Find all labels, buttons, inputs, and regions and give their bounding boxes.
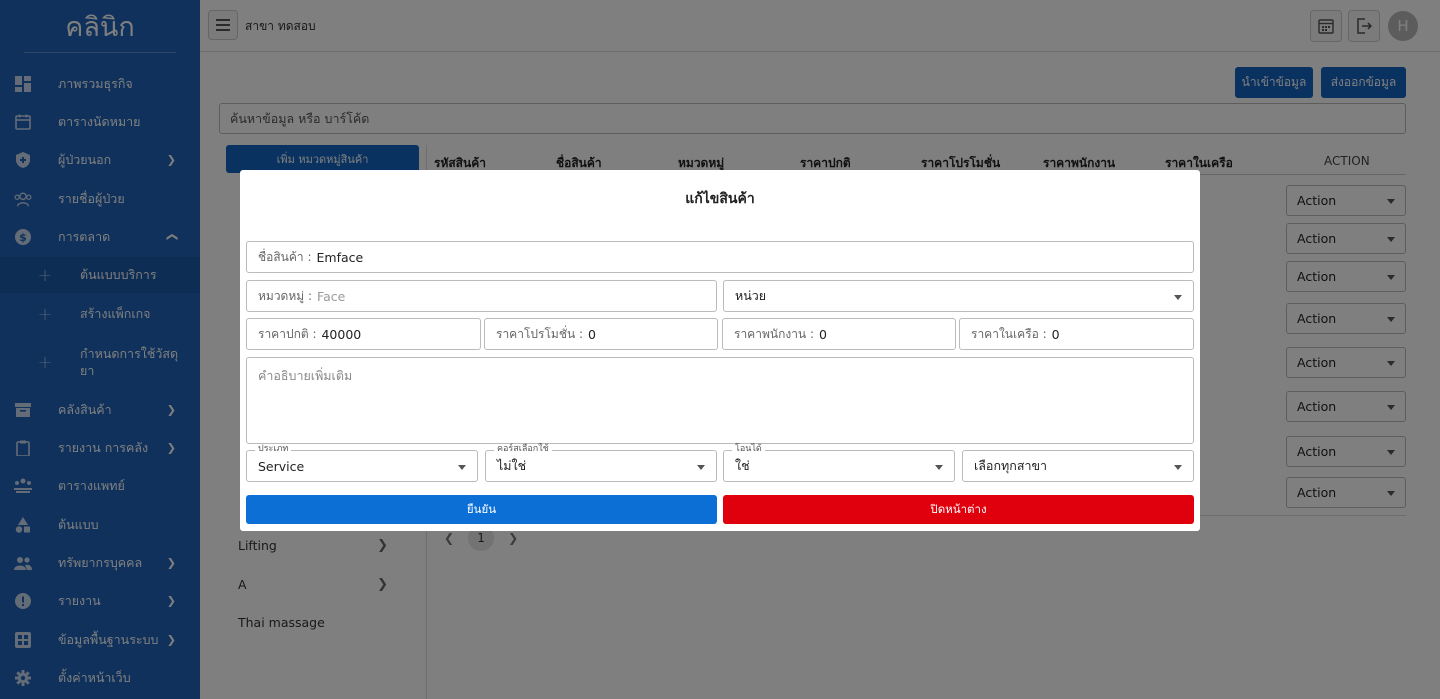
field-value: ไม่ใช่ xyxy=(497,458,527,473)
promo-price-field[interactable]: ราคาโปรโมชั่น : 0 xyxy=(484,318,718,350)
field-value: หน่วย xyxy=(735,288,767,303)
staff-price-field[interactable]: ราคาพนักงาน : 0 xyxy=(722,318,956,350)
transferable-select[interactable]: โอนได้ ใช่ xyxy=(723,444,955,482)
network-price-field[interactable]: ราคาในเครือ : 0 xyxy=(959,318,1194,350)
field-value: ใช่ xyxy=(735,458,750,473)
field-value: Service xyxy=(258,458,305,474)
field-value: 40000 xyxy=(321,326,362,342)
field-label: ราคาปกติ : xyxy=(258,326,317,341)
field-label: ชื่อสินค้า : xyxy=(258,249,312,264)
type-select[interactable]: ประเภท Service xyxy=(246,444,478,482)
product-name-field[interactable]: ชื่อสินค้า : Emface xyxy=(246,241,1194,273)
field-label: ราคาโปรโมชั่น : xyxy=(496,326,584,341)
field-label: หมวดหมู่ : xyxy=(258,288,313,303)
field-value: 0 xyxy=(1051,326,1060,342)
field-value: เลือกทุกสาขา xyxy=(974,458,1048,473)
branch-select[interactable]: เลือกทุกสาขา xyxy=(962,450,1194,482)
modal-title: แก้ไขสินค้า xyxy=(685,191,755,207)
course-select[interactable]: คอร์สเลือกใช้ ไม่ใช่ xyxy=(485,444,717,482)
unit-select[interactable]: หน่วย xyxy=(723,280,1194,312)
close-window-button[interactable]: ปิดหน้าต่าง xyxy=(723,495,1194,524)
category-field[interactable]: หมวดหมู่ : Face xyxy=(246,280,717,312)
field-legend: ประเภท xyxy=(255,444,292,455)
field-value: 0 xyxy=(588,326,596,342)
field-label: ราคาในเครือ : xyxy=(971,326,1047,341)
edit-product-modal: แก้ไขสินค้า ชื่อสินค้า : Emface หมวดหมู่… xyxy=(240,170,1200,531)
confirm-button[interactable]: ยืนยัน xyxy=(246,495,717,524)
description-textarea[interactable]: คำอธิบายเพิ่มเติม xyxy=(246,357,1194,444)
field-value: Emface xyxy=(316,249,364,265)
field-legend: คอร์สเลือกใช้ xyxy=(494,444,552,455)
field-value: 0 xyxy=(819,326,827,342)
field-legend: โอนได้ xyxy=(732,444,765,455)
regular-price-field[interactable]: ราคาปกติ : 40000 xyxy=(246,318,481,350)
field-label: ราคาพนักงาน : xyxy=(734,326,814,341)
field-placeholder: Face xyxy=(317,288,346,304)
